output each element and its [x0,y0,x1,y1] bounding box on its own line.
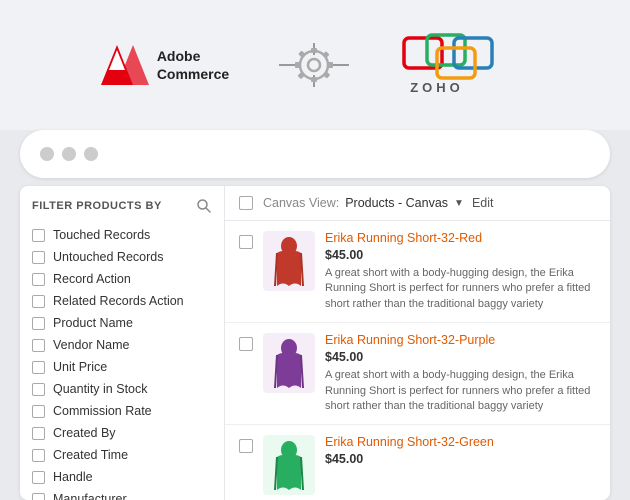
product-desc-product-2: A great short with a body-hugging design… [325,368,596,414]
nav-dot-2 [62,147,76,161]
canvas-header: Canvas View: Products - Canvas ▼ Edit [225,186,610,221]
nav-dot-3 [84,147,98,161]
product-image-product-1 [263,231,315,291]
filter-item-manufacturer[interactable]: Manufacturer [20,488,224,500]
product-desc-product-1: A great short with a body-hugging design… [325,266,596,312]
product-checkbox-product-2[interactable] [239,337,253,351]
product-price-product-3: $45.00 [325,452,596,466]
filter-item-commission-rate[interactable]: Commission Rate [20,400,224,422]
canvas-view-label: Canvas View: [263,196,339,210]
nav-dot-1 [40,147,54,161]
product-name-product-1[interactable]: Erika Running Short-32-Red [325,231,596,245]
checkbox-created-time[interactable] [32,449,45,462]
filter-label-touched-records: Touched Records [53,228,150,242]
product-price-product-1: $45.00 [325,248,596,262]
main-content: FILTER PRODUCTS BY Touched Records Untou… [20,186,610,500]
filter-label-record-action: Record Action [53,272,131,286]
filter-label-related-records-action: Related Records Action [53,294,184,308]
product-row-product-3[interactable]: Erika Running Short-32-Green $45.00 [225,425,610,500]
filter-label: FILTER PRODUCTS BY [32,200,162,212]
checkbox-created-by[interactable] [32,427,45,440]
zoho-logo-icon: ZOHO [399,30,529,100]
checkbox-handle[interactable] [32,471,45,484]
canvas-edit-link[interactable]: Edit [472,196,494,210]
product-row-product-2[interactable]: Erika Running Short-32-Purple $45.00 A g… [225,323,610,425]
product-price-product-2: $45.00 [325,350,596,364]
sidebar: FILTER PRODUCTS BY Touched Records Untou… [20,186,225,500]
product-image-product-2 [263,333,315,393]
filter-item-touched-records[interactable]: Touched Records [20,224,224,246]
select-all-checkbox[interactable] [239,196,253,210]
svg-text:ZOHO: ZOHO [410,80,464,95]
checkbox-commission-rate[interactable] [32,405,45,418]
checkbox-product-name[interactable] [32,317,45,330]
filter-item-unit-price[interactable]: Unit Price [20,356,224,378]
filter-item-quantity-in-stock[interactable]: Quantity in Stock [20,378,224,400]
filter-label-unit-price: Unit Price [53,360,107,374]
connector-icon [269,35,359,95]
product-info-product-2: Erika Running Short-32-Purple $45.00 A g… [325,333,596,414]
checkbox-manufacturer[interactable] [32,493,45,500]
filter-header: FILTER PRODUCTS BY [20,198,224,224]
navigation-bar [20,130,610,178]
filter-item-handle[interactable]: Handle [20,466,224,488]
product-checkbox-product-1[interactable] [239,235,253,249]
zoho-logo: ZOHO [399,30,529,100]
filter-item-created-by[interactable]: Created By [20,422,224,444]
checkbox-touched-records[interactable] [32,229,45,242]
adobe-commerce-text: Adobe Commerce [157,47,229,83]
product-name-product-3[interactable]: Erika Running Short-32-Green [325,435,596,449]
checkbox-quantity-in-stock[interactable] [32,383,45,396]
gear-connector-icon [269,35,359,95]
filter-item-product-name[interactable]: Product Name [20,312,224,334]
filter-label-commission-rate: Commission Rate [53,404,152,418]
canvas-dropdown-icon[interactable]: ▼ [454,198,464,209]
filter-label-manufacturer: Manufacturer [53,492,127,500]
filter-item-record-action[interactable]: Record Action [20,268,224,290]
filter-item-related-records-action[interactable]: Related Records Action [20,290,224,312]
header: Adobe Commerce [0,0,630,130]
products-container: Erika Running Short-32-Red $45.00 A grea… [225,221,610,500]
product-name-product-2[interactable]: Erika Running Short-32-Purple [325,333,596,347]
product-row-product-1[interactable]: Erika Running Short-32-Red $45.00 A grea… [225,221,610,323]
filter-items-container: Touched Records Untouched Records Record… [20,224,224,500]
filter-item-vendor-name[interactable]: Vendor Name [20,334,224,356]
checkbox-untouched-records[interactable] [32,251,45,264]
filter-label-product-name: Product Name [53,316,133,330]
search-icon[interactable] [196,198,212,214]
products-panel: Canvas View: Products - Canvas ▼ Edit Er… [225,186,610,500]
checkbox-unit-price[interactable] [32,361,45,374]
product-image-product-3 [263,435,315,495]
checkbox-vendor-name[interactable] [32,339,45,352]
filter-label-created-time: Created Time [53,448,128,462]
filter-item-untouched-records[interactable]: Untouched Records [20,246,224,268]
checkbox-related-records-action[interactable] [32,295,45,308]
adobe-commerce-logo: Adobe Commerce [101,45,229,85]
filter-item-created-time[interactable]: Created Time [20,444,224,466]
canvas-name[interactable]: Products - Canvas [345,196,448,210]
filter-label-quantity-in-stock: Quantity in Stock [53,382,148,396]
product-info-product-3: Erika Running Short-32-Green $45.00 [325,435,596,470]
filter-label-created-by: Created By [53,426,116,440]
filter-label-untouched-records: Untouched Records [53,250,163,264]
product-checkbox-product-3[interactable] [239,439,253,453]
adobe-icon [101,45,149,85]
checkbox-record-action[interactable] [32,273,45,286]
product-info-product-1: Erika Running Short-32-Red $45.00 A grea… [325,231,596,312]
filter-label-handle: Handle [53,470,93,484]
filter-label-vendor-name: Vendor Name [53,338,129,352]
